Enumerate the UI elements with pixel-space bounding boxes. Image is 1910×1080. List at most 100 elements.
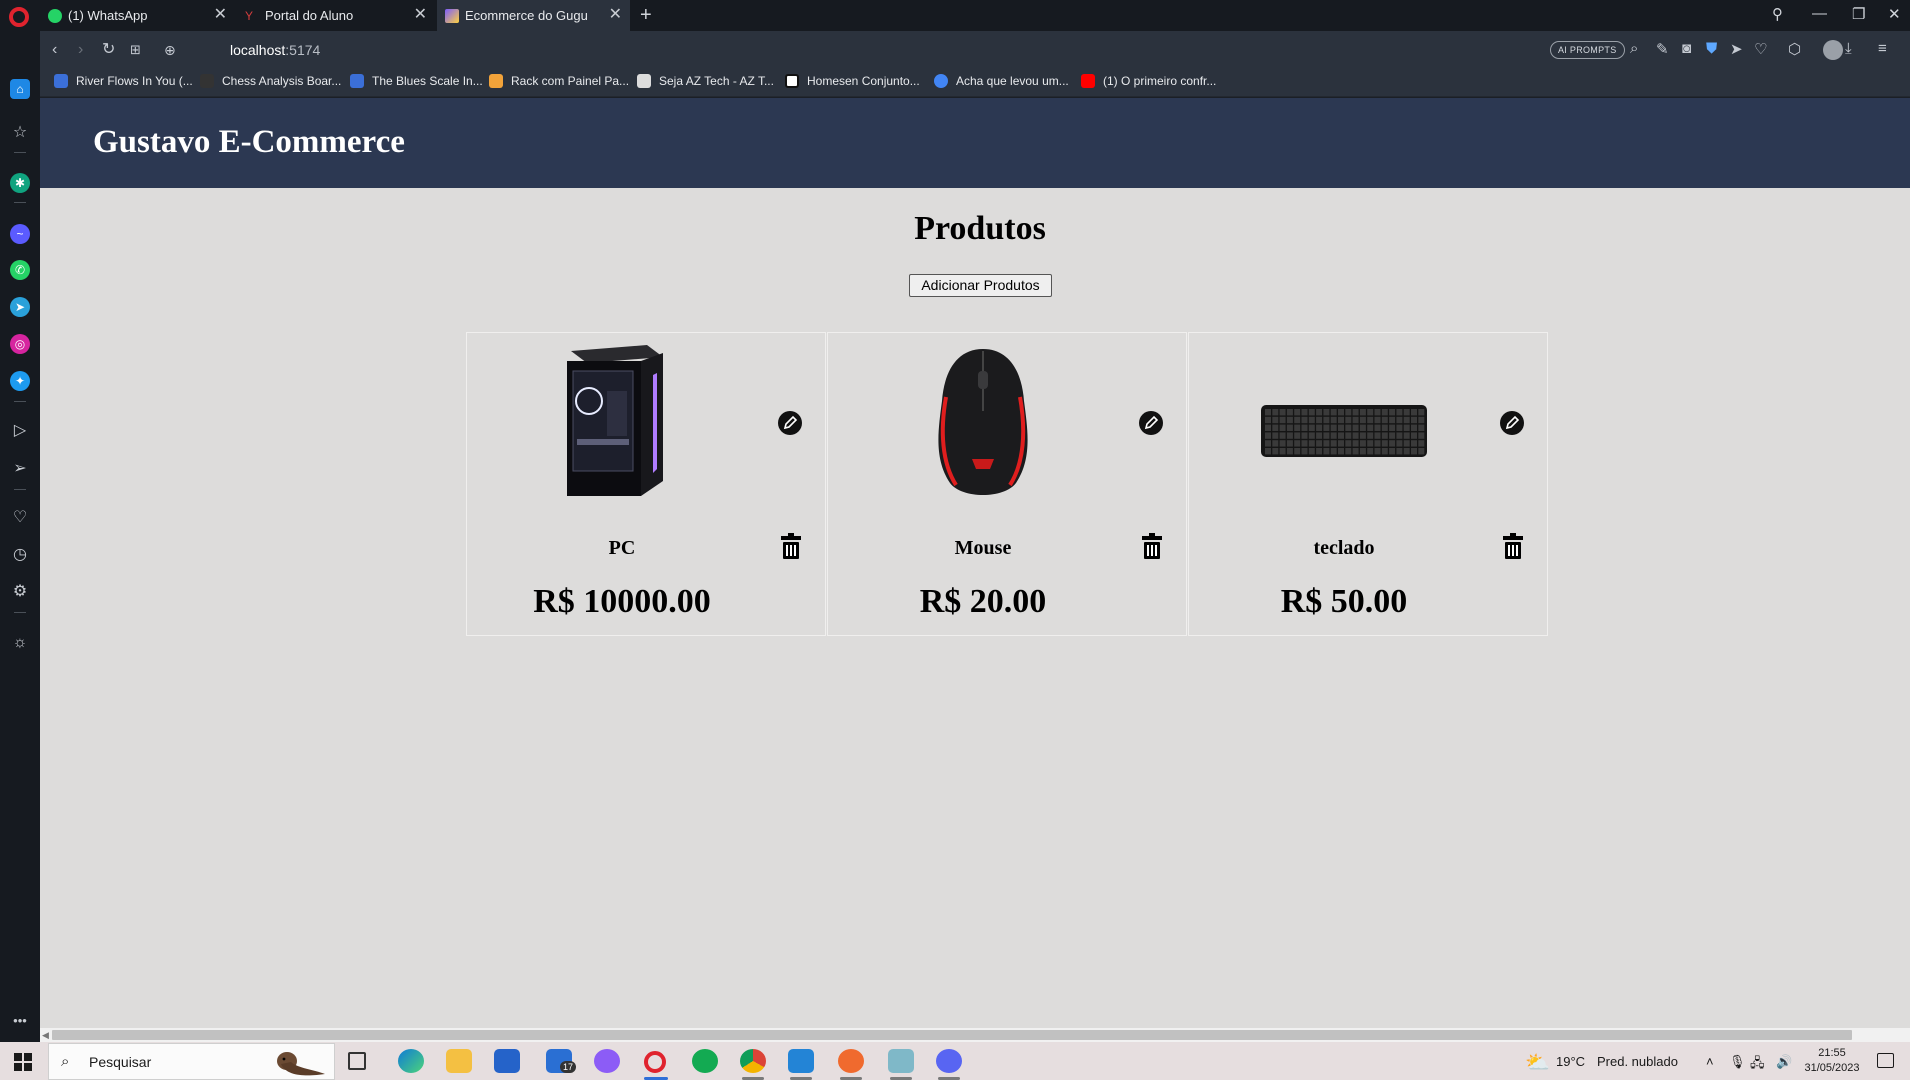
trash-icon[interactable] [1503, 532, 1523, 560]
bookmark-item[interactable]: Rack com Painel Pa... [489, 74, 629, 88]
file-explorer-icon[interactable] [446, 1049, 472, 1073]
mail-icon[interactable]: 17 [546, 1049, 577, 1073]
edge-icon[interactable] [398, 1049, 424, 1073]
product-name: PC [608, 537, 636, 559]
bookmark-item[interactable]: Homesen Conjunto... [785, 74, 920, 88]
chatgpt-icon[interactable]: ✱ [10, 173, 30, 193]
horizontal-scrollbar[interactable]: ◀ [40, 1028, 1910, 1042]
telegram-icon[interactable]: ➤ [10, 297, 30, 317]
edit-icon[interactable]: ✎ [1656, 40, 1669, 58]
tab-ecommerce[interactable]: Ecommerce do Gugu ✕ [437, 0, 630, 31]
mongodb-icon[interactable] [692, 1049, 718, 1073]
taskbar-clock[interactable]: 21:55 31/05/2023 [1800, 1046, 1864, 1076]
snapshot-icon[interactable]: ◙ [1682, 40, 1691, 57]
microphone-icon[interactable]: 🎙 [1729, 1054, 1746, 1070]
product-name: teclado [1313, 537, 1375, 559]
scrollbar-thumb[interactable] [52, 1030, 1852, 1040]
opera-menu-icon[interactable] [9, 7, 29, 27]
settings-icon[interactable]: ⚙ [10, 582, 30, 602]
microsoft-store-icon[interactable] [494, 1049, 520, 1073]
chrome-icon[interactable] [740, 1049, 766, 1073]
task-view-icon[interactable] [348, 1052, 366, 1070]
minimize-button[interactable]: — [1812, 5, 1827, 22]
ai-prompts-button[interactable]: AI PROMPTS [1550, 41, 1625, 59]
add-products-button[interactable]: Adicionar Produtos [909, 274, 1052, 297]
send-icon[interactable]: ➢ [10, 459, 30, 479]
instagram-icon[interactable]: ◎ [10, 334, 30, 354]
scroll-left-icon[interactable]: ◀ [42, 1028, 49, 1042]
vscode-icon[interactable] [788, 1049, 814, 1073]
zoom-icon[interactable]: ⌕ [1630, 40, 1638, 57]
profile-avatar[interactable] [1823, 40, 1843, 60]
vpn-shield-icon[interactable]: ⛊ [1706, 40, 1717, 57]
weather-icon[interactable]: ⛅ [1525, 1050, 1550, 1075]
network-icon[interactable]: 🖧 [1750, 1054, 1765, 1076]
volume-icon[interactable]: 🔊 [1776, 1054, 1792, 1070]
tray-chevron-icon[interactable]: ˄ [1706, 1054, 1714, 1069]
bookmark-item[interactable]: River Flows In You (... [54, 74, 193, 88]
bookmark-item[interactable]: (1) O primeiro confr... [1081, 74, 1216, 88]
close-window-button[interactable]: ✕ [1888, 5, 1901, 23]
site-info-icon[interactable]: ⊕ [164, 41, 176, 59]
extensions-cube-icon[interactable]: ⬡ [1788, 40, 1801, 58]
bookmark-item[interactable]: Acha que levou um... [934, 74, 1069, 88]
whatsapp-sidebar-icon[interactable]: ✆ [10, 260, 30, 280]
youtube-icon [1081, 74, 1095, 88]
back-icon[interactable]: ‹ [52, 41, 57, 59]
tab-label: Ecommerce do Gugu [465, 8, 588, 23]
download-icon[interactable]: ⤓ [1845, 40, 1852, 57]
address-bar[interactable]: localhost:5174 [230, 42, 320, 58]
opera-taskbar-icon[interactable] [644, 1051, 666, 1073]
bookmark-item[interactable]: Chess Analysis Boar... [200, 74, 341, 88]
notifications-icon[interactable] [1877, 1053, 1894, 1068]
heart-icon[interactable]: ♡ [10, 508, 30, 528]
home-icon[interactable]: ⌂ [10, 79, 30, 99]
close-tab-icon[interactable]: ✕ [609, 7, 622, 23]
bookmark-item[interactable]: Seja AZ Tech - AZ T... [637, 74, 774, 88]
forward-icon[interactable]: › [78, 41, 83, 59]
reload-icon[interactable]: ↻ [102, 41, 115, 59]
bookmark-item[interactable]: The Blues Scale In... [350, 74, 483, 88]
tab-whatsapp[interactable]: (1) WhatsApp ✕ [40, 0, 235, 31]
more-icon[interactable]: ••• [10, 1011, 30, 1031]
otter-illustration-icon [277, 1052, 325, 1076]
new-tab-button[interactable]: + [640, 4, 652, 26]
opera-sidebar: ⌂ ☆ ✱ ~ ✆ ➤ ◎ ✦ ▷ ➢ ♡ ◷ ⚙ ☼ ••• [0, 31, 40, 1042]
tab-label: (1) WhatsApp [68, 8, 148, 23]
trash-icon[interactable] [1142, 532, 1162, 560]
close-tab-icon[interactable]: ✕ [214, 7, 227, 23]
products-heading: Produtos [914, 210, 1046, 247]
aztech-icon [637, 74, 651, 88]
player-icon[interactable]: ▷ [10, 421, 30, 441]
chess-icon [200, 74, 214, 88]
twitter-icon[interactable]: ✦ [10, 371, 30, 391]
close-tab-icon[interactable]: ✕ [414, 7, 427, 23]
app-icon[interactable] [888, 1049, 914, 1073]
postman-icon[interactable] [838, 1049, 864, 1073]
clock-date: 31/05/2023 [1804, 1062, 1860, 1074]
flow-icon[interactable]: ➤ [1730, 40, 1743, 58]
browser-tab-strip: (1) WhatsApp ✕ Y Portal do Aluno ✕ Ecomm… [0, 0, 1910, 31]
tips-icon[interactable]: ☼ [10, 633, 30, 653]
tabs-grid-icon[interactable]: ⊞ [130, 41, 141, 59]
weather-condition[interactable]: Pred. nublado [1597, 1054, 1678, 1069]
edit-icon[interactable] [778, 411, 802, 435]
trash-icon[interactable] [781, 532, 801, 560]
favorites-heart-icon[interactable]: ♡ [1754, 40, 1767, 58]
taskbar-search[interactable]: ⌕ Pesquisar [48, 1043, 335, 1080]
messenger-icon[interactable]: ~ [10, 224, 30, 244]
windows-start-icon[interactable] [14, 1053, 32, 1071]
search-tabs-icon[interactable]: ⚲ [1772, 5, 1783, 23]
weather-temp[interactable]: 19°C [1556, 1054, 1585, 1069]
star-icon[interactable]: ☆ [10, 123, 30, 143]
copilot-icon[interactable] [594, 1049, 620, 1073]
portal-icon: Y [245, 8, 254, 23]
discord-icon[interactable] [936, 1049, 962, 1073]
restore-button[interactable]: ❐ [1852, 5, 1865, 23]
edit-icon[interactable] [1139, 411, 1163, 435]
edit-icon[interactable] [1500, 411, 1524, 435]
history-icon[interactable]: ◷ [10, 545, 30, 565]
product-name: Mouse [954, 537, 1012, 559]
easy-setup-icon[interactable]: ≡ [1878, 40, 1887, 57]
tab-portal-do-aluno[interactable]: Y Portal do Aluno ✕ [237, 0, 435, 31]
